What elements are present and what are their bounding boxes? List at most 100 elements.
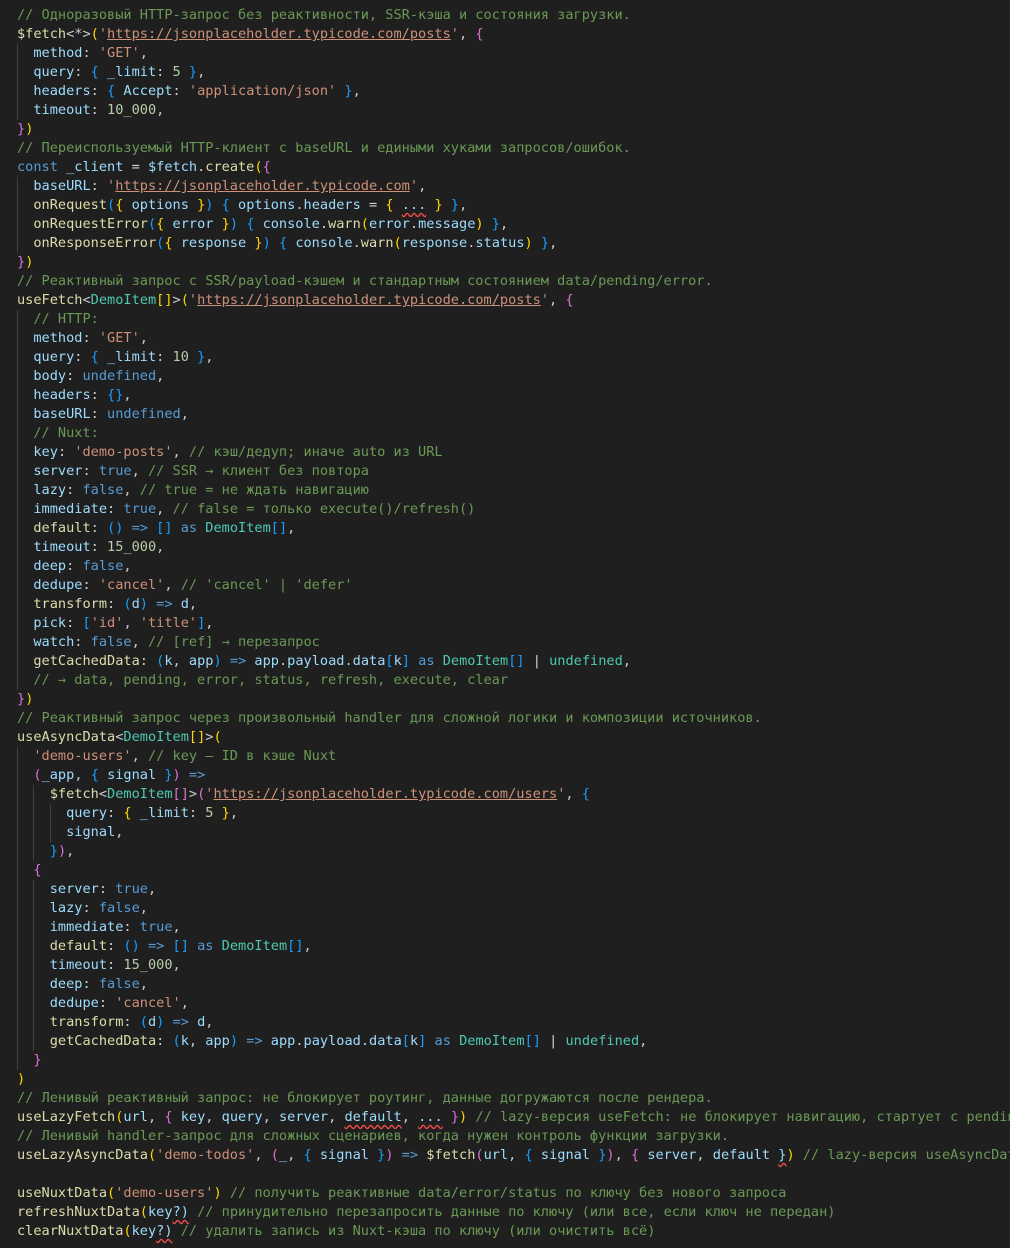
code-token: default bbox=[712, 1147, 771, 1163]
code-line: { bbox=[0, 861, 1010, 880]
code-token: // 'cancel' | 'defer' bbox=[180, 577, 353, 593]
code-token: https://jsonplaceholder.typicode.com bbox=[115, 178, 410, 194]
code-line: pick: ['id', 'title'], bbox=[0, 614, 1010, 633]
code-token: ) bbox=[25, 254, 34, 270]
code-token: ( bbox=[123, 596, 132, 612]
code-line: timeout: 15_000, bbox=[0, 538, 1010, 557]
code-token: : bbox=[156, 1033, 173, 1049]
code-token: , bbox=[287, 520, 296, 536]
indent-guide bbox=[17, 177, 18, 196]
code-token: { bbox=[278, 235, 288, 251]
code-token: k bbox=[164, 653, 173, 669]
code-token: key bbox=[147, 1204, 173, 1220]
code-token: , bbox=[131, 748, 148, 764]
code-token: 'application/json' bbox=[188, 83, 337, 99]
code-token: : bbox=[107, 938, 124, 954]
indent-guide bbox=[17, 424, 18, 443]
indent-guide bbox=[49, 823, 51, 842]
code-token: : bbox=[90, 520, 108, 536]
indent-guide bbox=[17, 994, 18, 1013]
code-token: , bbox=[156, 501, 173, 517]
code-line: // Переиспользуемый HTTP-клиент с baseUR… bbox=[0, 139, 1010, 158]
code-token: url bbox=[123, 1109, 148, 1125]
code-line: method: 'GET', bbox=[0, 329, 1010, 348]
code-token: watch bbox=[33, 634, 75, 650]
code-token: response bbox=[180, 235, 247, 251]
code-token: , bbox=[328, 1109, 345, 1125]
indent-guide bbox=[17, 899, 18, 918]
code-token: , bbox=[131, 634, 148, 650]
code-line: baseURL: 'https://jsonplaceholder.typico… bbox=[0, 177, 1010, 196]
code-token: ( bbox=[33, 767, 42, 783]
code-token: , bbox=[459, 197, 468, 213]
indent-guide bbox=[17, 937, 18, 956]
code-token: < bbox=[82, 292, 91, 308]
code-token: DemoItem bbox=[123, 729, 189, 745]
code-token: payload bbox=[287, 653, 345, 669]
code-token: // → data, pending, error, status, refre… bbox=[33, 672, 509, 688]
code-token: useLazyAsyncData bbox=[17, 1147, 148, 1163]
code-token: , bbox=[156, 102, 165, 118]
code-token: ' bbox=[98, 26, 108, 42]
code-token: false bbox=[98, 976, 140, 992]
code-token: true bbox=[139, 919, 173, 935]
code-token: ' bbox=[188, 292, 198, 308]
code-token: app bbox=[188, 653, 214, 669]
indent-guide bbox=[17, 462, 18, 481]
code-token: 15_000 bbox=[107, 539, 157, 555]
indent-guide bbox=[17, 595, 18, 614]
code-token: server bbox=[33, 463, 83, 479]
code-token: useFetch bbox=[17, 292, 83, 308]
indent-guide bbox=[33, 994, 35, 1013]
code-token: , bbox=[123, 558, 132, 574]
code-token: , bbox=[172, 957, 181, 973]
code-token: options bbox=[131, 197, 189, 213]
code-token: = bbox=[131, 159, 140, 175]
code-token: false bbox=[82, 558, 124, 574]
code-token: } bbox=[344, 83, 353, 99]
code-line: headers: {}, bbox=[0, 386, 1010, 405]
code-line: immediate: true, bbox=[0, 918, 1010, 937]
code-token: , bbox=[139, 330, 148, 346]
code-token: : bbox=[172, 83, 189, 99]
code-token: [] bbox=[188, 729, 206, 745]
code-token: , bbox=[262, 1109, 279, 1125]
code-token: method bbox=[33, 45, 83, 61]
indent-guide bbox=[17, 215, 18, 234]
code-token: false bbox=[82, 482, 124, 498]
code-token: // false = только execute()/refresh() bbox=[172, 501, 476, 517]
code-token: // получить реактивные data/error/status… bbox=[229, 1185, 787, 1201]
indent-guide bbox=[17, 747, 18, 766]
code-token: // key — ID в кэше Nuxt bbox=[147, 748, 337, 764]
code-token: https://jsonplaceholder.typicode.com/pos… bbox=[197, 292, 541, 308]
code-token: : bbox=[90, 387, 108, 403]
code-token: $fetch bbox=[17, 26, 67, 42]
code-token: ( bbox=[172, 1033, 181, 1049]
code-line: // Одноразовый HTTP-запрос без реактивно… bbox=[0, 6, 1010, 25]
code-token: warn bbox=[360, 235, 394, 251]
code-token: _limit bbox=[139, 805, 189, 821]
code-token: lazy bbox=[33, 482, 67, 498]
indent-guide bbox=[33, 975, 35, 994]
code-token: // удалить запись из Nuxt-кэша по ключу … bbox=[180, 1223, 656, 1239]
indent-guide bbox=[17, 348, 18, 367]
code-line: onResponseError ({ response }) { console.… bbox=[0, 234, 1010, 253]
code-token: clearNuxtData bbox=[17, 1223, 124, 1239]
code-token: : bbox=[98, 995, 116, 1011]
code-token: immediate bbox=[49, 919, 124, 935]
code-editor[interactable]: // Одноразовый HTTP-запрос без реактивно… bbox=[0, 0, 1010, 1248]
code-token: d bbox=[147, 1014, 157, 1030]
indent-guide bbox=[17, 386, 18, 405]
code-token: immediate bbox=[33, 501, 108, 517]
code-line: useLazyAsyncData('demo-todos', (_, { sig… bbox=[0, 1146, 1010, 1165]
indent-guide bbox=[17, 880, 18, 899]
